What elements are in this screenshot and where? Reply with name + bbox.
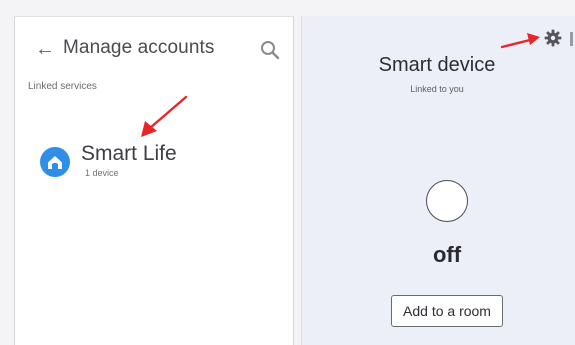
device-detail-panel: Smart device Linked to you off Add to a …	[301, 16, 575, 345]
device-state: off	[432, 242, 462, 267]
search-icon[interactable]	[259, 39, 281, 61]
device-title: Smart device	[378, 54, 496, 76]
gear-icon[interactable]	[544, 29, 562, 47]
screenshot-canvas: ← Manage accounts Linked services Smart …	[0, 0, 575, 345]
power-toggle[interactable]	[426, 180, 468, 222]
linked-services-label: Linked services	[28, 81, 97, 92]
add-to-room-button[interactable]: Add to a room	[391, 295, 503, 327]
service-name: Smart Life	[81, 142, 177, 165]
edge-marker	[570, 32, 573, 46]
page-title: Manage accounts	[63, 37, 215, 58]
service-item-smart-life[interactable]: Smart Life 1 device	[39, 142, 239, 186]
device-linked-label: Linked to you	[410, 84, 464, 94]
smart-life-house-icon	[40, 147, 70, 177]
service-device-count: 1 device	[85, 168, 119, 178]
manage-accounts-panel: ← Manage accounts Linked services Smart …	[14, 16, 294, 345]
back-arrow-icon[interactable]: ←	[35, 39, 55, 59]
